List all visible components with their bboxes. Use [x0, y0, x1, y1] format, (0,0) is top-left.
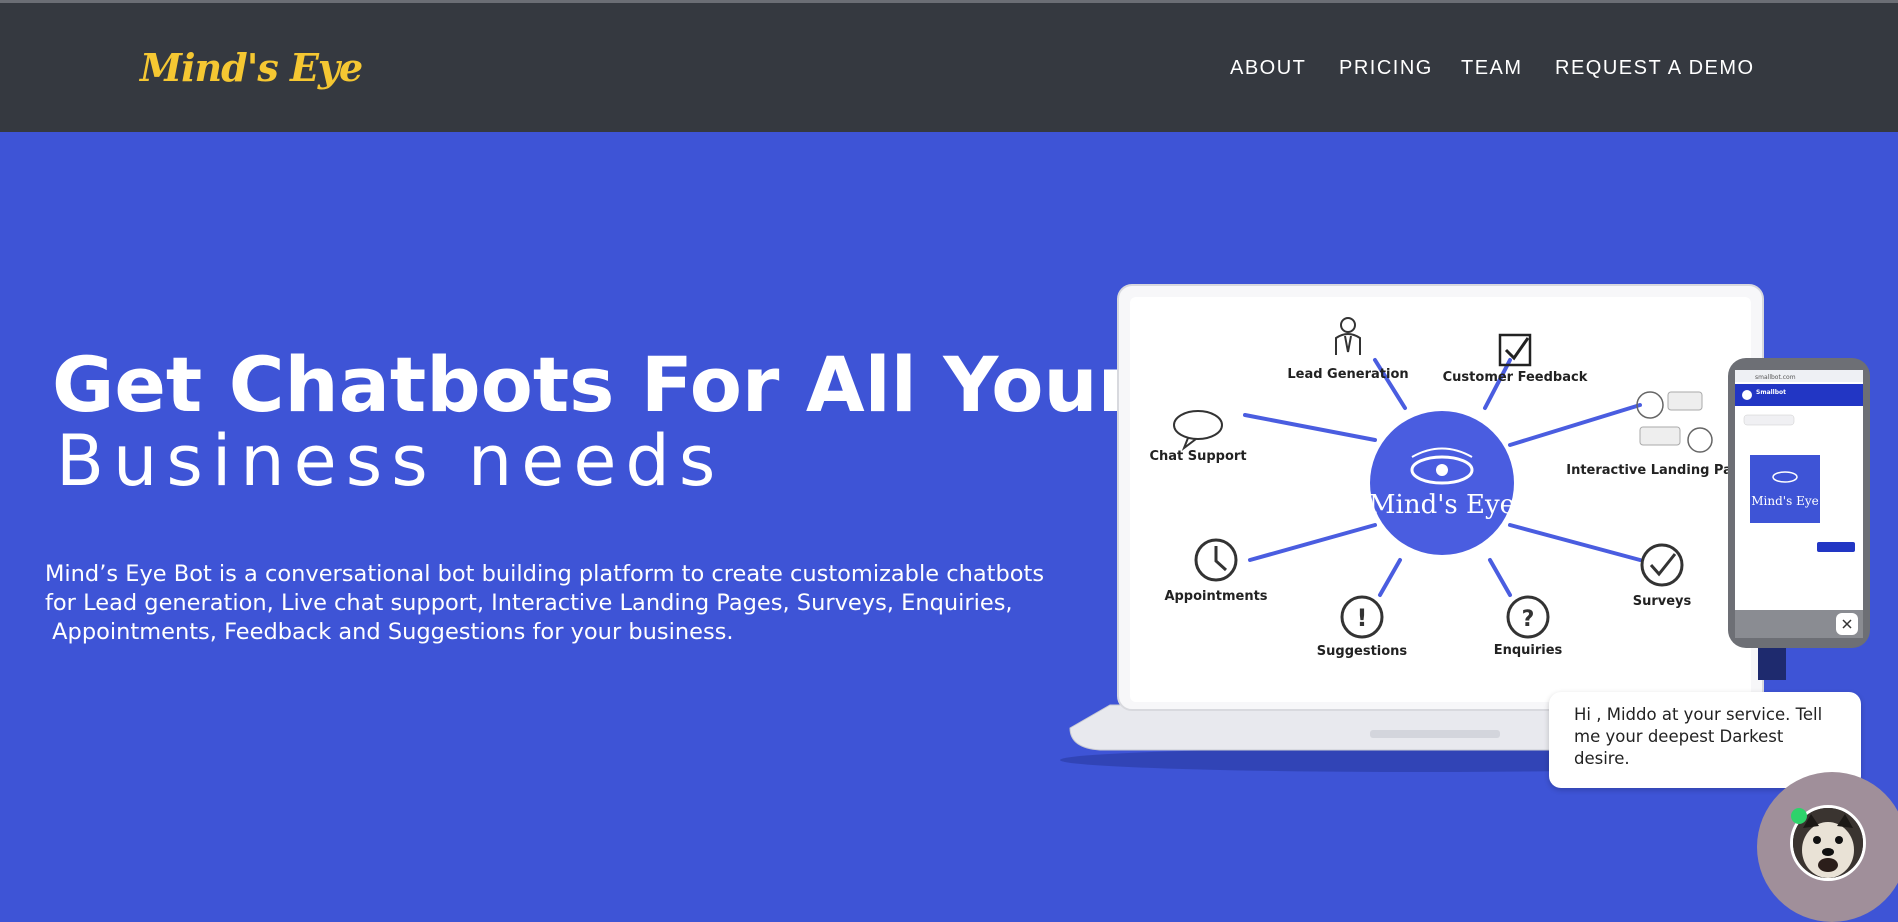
chat-message-text: Hi , Middo at your service. Tell me your…: [1574, 705, 1823, 768]
online-status-indicator: [1791, 808, 1807, 824]
svg-text:!: !: [1357, 604, 1368, 632]
feature-label: Customer Feedback: [1443, 370, 1588, 385]
svg-text:Mind's Eye: Mind's Eye: [1751, 494, 1818, 508]
description-line: for Lead generation, Live chat support, …: [45, 590, 1013, 616]
nav-team[interactable]: TEAM: [1461, 57, 1523, 80]
svg-text:smallbot.com: smallbot.com: [1755, 374, 1796, 381]
logo[interactable]: Mind's Eye: [140, 45, 363, 90]
feature-label: Lead Generation: [1287, 367, 1408, 382]
svg-text:Smallbot: Smallbot: [1756, 389, 1786, 396]
nav-about[interactable]: ABOUT: [1230, 57, 1306, 80]
hero-description: Mind’s Eye Bot is a conversational bot b…: [45, 560, 1105, 647]
description-line: Appointments, Feedback and Suggestions f…: [45, 619, 734, 645]
feature-label: Chat Support: [1149, 449, 1246, 464]
description-line: Mind’s Eye Bot is a conversational bot b…: [45, 561, 1045, 587]
svg-text:?: ?: [1522, 607, 1535, 632]
feature-label: Appointments: [1164, 589, 1267, 604]
feature-label: Surveys: [1633, 594, 1692, 609]
feature-label: Suggestions: [1317, 644, 1408, 659]
nav-request-demo[interactable]: REQUEST A DEMO: [1555, 57, 1755, 80]
center-logo-text: Mind's Eye: [1369, 490, 1515, 520]
feature-label: Enquiries: [1494, 643, 1563, 658]
hero-title-line1: Get Chatbots For All Your: [52, 340, 1136, 429]
nav-pricing[interactable]: PRICING: [1339, 57, 1433, 80]
navbar: Mind's Eye ABOUT PRICING TEAM REQUEST A …: [0, 3, 1898, 132]
hero-title-line2: Business needs: [56, 420, 725, 502]
laptop-trackpad: [1370, 730, 1500, 738]
